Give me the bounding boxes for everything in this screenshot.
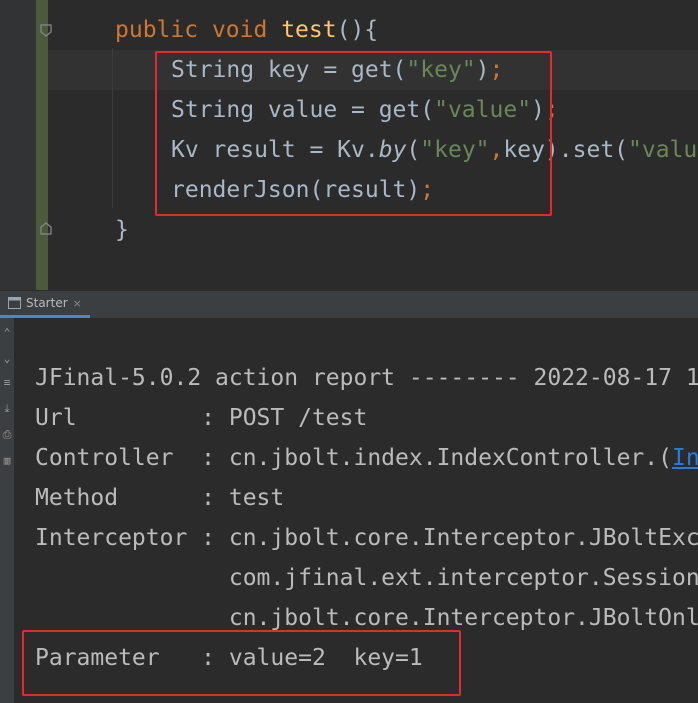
print-icon[interactable]: ⎙	[0, 428, 14, 442]
close-icon[interactable]: ×	[73, 297, 82, 310]
report-interceptor-2: com.jfinal.ext.interceptor.Session	[35, 565, 698, 591]
report-url: Url : POST /test	[35, 405, 368, 431]
source-link[interactable]: In	[672, 445, 698, 471]
report-method: Method : test	[35, 485, 285, 511]
run-panel-tab-bar: Starter ×	[0, 290, 698, 318]
report-controller: Controller : cn.jbolt.index.IndexControl…	[35, 438, 698, 478]
tab-starter[interactable]: Starter ×	[0, 291, 90, 318]
controller-text: Controller : cn.jbolt.index.IndexControl…	[35, 445, 672, 471]
indent-guide	[112, 48, 113, 208]
scroll-down-icon[interactable]: ⌄	[0, 352, 14, 366]
code-line-method-signature[interactable]: public void test(){	[115, 10, 378, 50]
fold-marker-icon[interactable]	[39, 23, 53, 37]
console-toolbar: ⌃ ⌄ ≡ ⤓ ⎙ ▥	[0, 318, 14, 703]
code-token: (){	[336, 17, 379, 43]
parameter-highlight-box	[22, 630, 461, 696]
console-icon	[8, 297, 21, 309]
string-literal: "valu	[628, 137, 698, 163]
code-token: }	[115, 217, 129, 243]
tab-label: Starter	[26, 296, 68, 310]
soft-wrap-icon[interactable]: ≡	[0, 376, 14, 390]
report-interceptor: Interceptor : cn.jbolt.core.Interceptor.…	[35, 525, 698, 551]
scroll-up-icon[interactable]: ⌃	[0, 326, 14, 340]
method-name: test	[281, 17, 337, 43]
code-highlight-box	[155, 51, 552, 216]
code-line-closing-brace[interactable]: }	[115, 210, 129, 250]
report-header: JFinal-5.0.2 action report -------- 2022…	[35, 365, 698, 391]
fold-end-marker-icon[interactable]	[39, 222, 53, 236]
scroll-to-end-icon[interactable]: ⤓	[0, 402, 14, 416]
keyword-void: void	[211, 17, 268, 43]
change-marker-strip	[36, 0, 48, 290]
trash-icon[interactable]: ▥	[0, 454, 14, 468]
keyword-public: public	[115, 17, 199, 43]
code-editor[interactable]: public void test(){ String key = get("ke…	[0, 0, 698, 290]
